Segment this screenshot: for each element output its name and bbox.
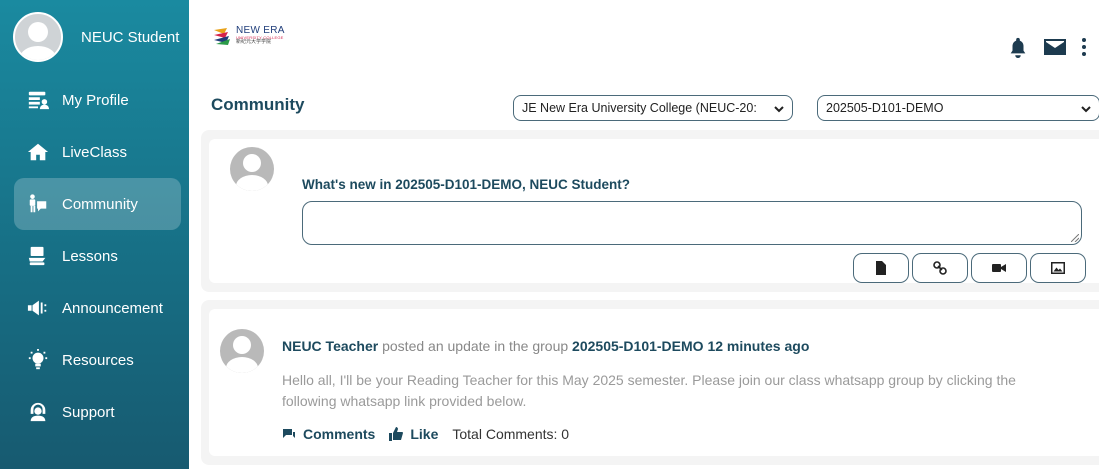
app-root: NEUC Student My Profile LiveClass Commun… — [0, 0, 1099, 469]
thumbs-up-icon — [389, 427, 404, 441]
composer-avatar — [230, 147, 274, 191]
sidebar-item-announcement[interactable]: Announcement — [14, 282, 181, 334]
post-composer-card: What's new in 202505-D101-DEMO, NEUC Stu… — [201, 130, 1099, 292]
attach-video-button[interactable] — [971, 253, 1027, 283]
comments-icon — [283, 429, 295, 438]
profile-card-icon — [26, 88, 50, 112]
lessons-icon — [26, 244, 50, 268]
sidebar-item-my-profile[interactable]: My Profile — [14, 74, 181, 126]
lightbulb-icon — [26, 348, 50, 372]
activity-body: Hello all, I'll be your Reading Teacher … — [282, 372, 1016, 409]
author-avatar[interactable] — [220, 329, 264, 373]
sidebar-item-support[interactable]: Support — [14, 386, 181, 438]
user-name: NEUC Student — [81, 28, 180, 46]
sidebar-item-liveclass[interactable]: LiveClass — [14, 126, 181, 178]
attach-image-button[interactable] — [1030, 253, 1086, 283]
sidebar-item-label: Community — [62, 195, 138, 213]
institution-select-value: JE New Era University College (NEUC-20: — [522, 101, 757, 115]
sidebar-item-label: My Profile — [62, 91, 129, 109]
top-bar: NEW ERA UNIVERSITY COLLEGE 新纪元大学学院 — [189, 0, 1099, 74]
author-name[interactable]: NEUC Teacher — [282, 338, 378, 354]
comments-button[interactable]: Comments — [282, 426, 375, 442]
support-headset-icon — [26, 400, 50, 424]
activity-actions: Comments Like Total Comments: 0 — [282, 426, 569, 442]
total-comments: Total Comments: 0 — [452, 426, 570, 442]
comments-label: Comments — [303, 426, 376, 442]
bell-icon[interactable] — [1007, 36, 1029, 58]
attach-link-button[interactable] — [912, 253, 968, 283]
sidebar-nav: My Profile LiveClass Community Lessons A… — [0, 74, 189, 438]
main-content: NEW ERA UNIVERSITY COLLEGE 新纪元大学学院 Commu… — [189, 0, 1099, 469]
logo-text: NEW ERA UNIVERSITY COLLEGE 新纪元大学学院 — [236, 26, 285, 45]
megaphone-icon — [26, 296, 50, 320]
more-menu-icon[interactable] — [1081, 37, 1087, 57]
user-avatar[interactable] — [13, 12, 63, 62]
sidebar-item-resources[interactable]: Resources — [14, 334, 181, 386]
file-icon — [876, 261, 886, 275]
sidebar-item-label: Resources — [62, 351, 134, 369]
top-icons — [1007, 36, 1087, 58]
brand-logo[interactable]: NEW ERA UNIVERSITY COLLEGE 新纪元大学学院 — [213, 26, 285, 46]
group-select[interactable]: 202505-D101-DEMO — [817, 95, 1099, 121]
attach-file-button[interactable] — [853, 253, 909, 283]
resize-handle-icon[interactable] — [1071, 234, 1079, 242]
activity-item: NEUC Teacher posted an update in the gro… — [209, 309, 1099, 456]
activity-time: 12 minutes ago — [707, 338, 810, 354]
sidebar-item-label: Announcement — [62, 299, 163, 317]
composer-prompt: What's new in 202505-D101-DEMO, NEUC Stu… — [302, 177, 631, 192]
sidebar-item-lessons[interactable]: Lessons — [14, 230, 181, 282]
chevron-down-icon — [1081, 103, 1091, 113]
post-textarea[interactable] — [302, 201, 1082, 245]
chevron-down-icon — [774, 103, 784, 113]
group-select-value: 202505-D101-DEMO — [826, 101, 944, 115]
logo-mark-icon — [214, 28, 230, 45]
like-label: Like — [410, 426, 439, 442]
like-button[interactable]: Like — [389, 426, 438, 442]
video-icon — [992, 264, 1006, 272]
home-icon — [26, 140, 50, 164]
group-link[interactable]: 202505-D101-DEMO — [572, 338, 704, 354]
sidebar: NEUC Student My Profile LiveClass Commun… — [0, 0, 189, 469]
sidebar-item-label: LiveClass — [62, 143, 128, 161]
community-header: Community JE New Era University College … — [211, 95, 1099, 121]
activity-action: posted an update in the group — [382, 338, 569, 354]
community-icon — [26, 192, 50, 216]
activity-meta: NEUC Teacher posted an update in the gro… — [282, 338, 809, 354]
activity-feed-card: NEUC Teacher posted an update in the gro… — [201, 300, 1099, 465]
logo-line-3: 新纪元大学学院 — [236, 39, 272, 45]
sidebar-item-community[interactable]: Community — [14, 178, 181, 230]
attachment-toolbar — [850, 253, 1086, 283]
link-icon — [933, 261, 947, 275]
institution-select[interactable]: JE New Era University College (NEUC-20: — [513, 95, 793, 121]
mail-icon[interactable] — [1043, 37, 1067, 57]
post-composer: What's new in 202505-D101-DEMO, NEUC Stu… — [209, 139, 1099, 283]
page-title: Community — [211, 95, 305, 114]
image-icon — [1051, 262, 1065, 274]
user-profile[interactable]: NEUC Student — [0, 0, 189, 74]
sidebar-item-label: Support — [62, 403, 115, 421]
sidebar-item-label: Lessons — [62, 247, 118, 265]
